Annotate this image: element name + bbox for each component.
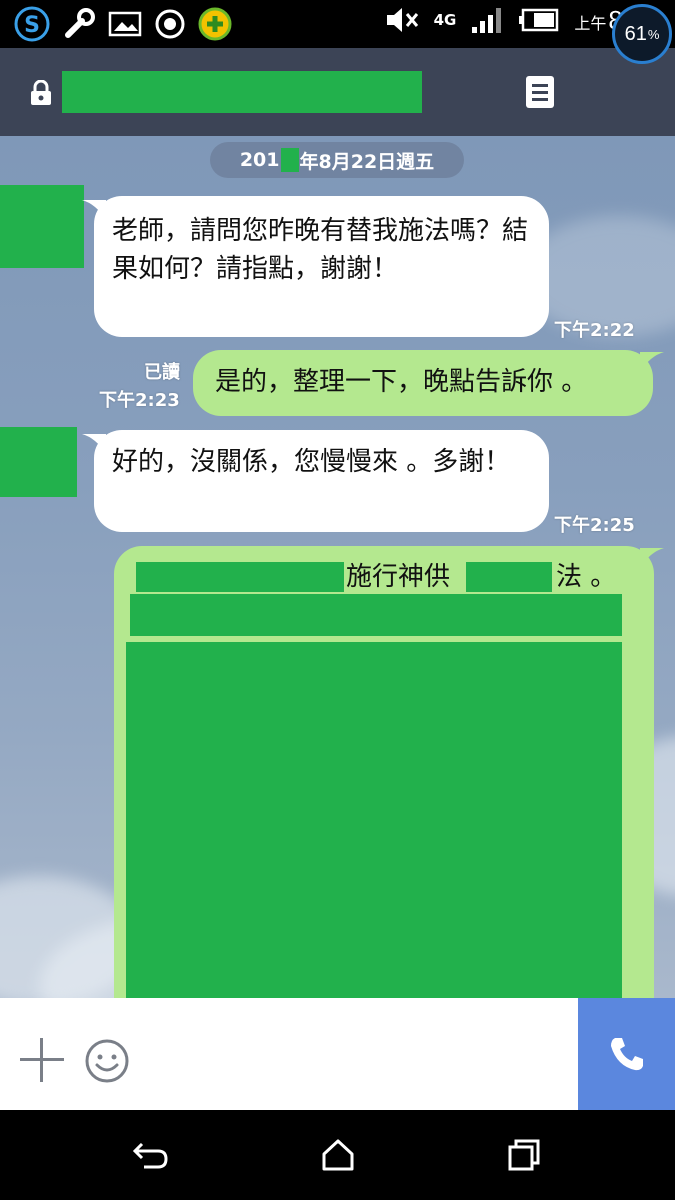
notification-icons: S	[14, 6, 232, 42]
plus-badge-icon	[198, 7, 232, 41]
date-redacted	[280, 148, 299, 172]
bubble-tail	[640, 548, 664, 568]
sender-avatar-redacted[interactable]	[0, 427, 77, 497]
message-bubble-incoming[interactable]: 好的，沒關係，您慢慢來 。多謝！	[94, 430, 549, 532]
message-text: 法 。	[556, 562, 617, 592]
redacted-block	[466, 562, 552, 592]
message-text: 老師，請問您昨晚有替我施法嗎？結果如何？請指點，謝謝！	[112, 216, 529, 284]
battery-widget-value: 61	[624, 22, 647, 45]
phone-icon	[610, 1038, 643, 1071]
s-app-icon: S	[14, 6, 50, 42]
record-icon	[155, 9, 185, 39]
input-bar	[0, 998, 675, 1110]
message-bubble-incoming[interactable]: 老師，請問您昨晚有替我施法嗎？結果如何？請指點，謝謝！	[94, 196, 549, 337]
network-type: 4G	[433, 11, 457, 29]
navigation-bar	[0, 1110, 675, 1200]
battery-icon	[519, 8, 559, 32]
back-icon[interactable]	[132, 1138, 170, 1172]
message-time: 下午2:25	[554, 515, 635, 536]
message-text: 是的，整理一下，晚點告訴你 。	[215, 367, 588, 397]
call-button[interactable]	[578, 998, 675, 1110]
sender-avatar-redacted[interactable]	[0, 185, 84, 268]
mute-icon	[386, 8, 418, 32]
home-icon[interactable]	[320, 1138, 356, 1172]
bubble-tail	[640, 352, 664, 372]
message-bubble-outgoing[interactable]: 施行神供 法 。	[114, 546, 654, 998]
chat-area[interactable]: 201 年8月22日週五 老師，請問您昨晚有替我施法嗎？結果如何？請指點，謝謝！ …	[0, 136, 675, 998]
message-bubble-outgoing[interactable]: 是的，整理一下，晚點告訴你 。	[193, 350, 653, 416]
battery-widget: 61%	[612, 4, 672, 64]
message-time: 下午2:22	[554, 320, 635, 341]
recents-icon[interactable]	[506, 1138, 542, 1172]
message-text: 施行神供	[346, 562, 451, 592]
redacted-block	[130, 594, 622, 636]
gallery-icon	[108, 11, 142, 37]
status-bar: S 4G 上午	[0, 0, 675, 48]
plus-icon[interactable]	[20, 1038, 64, 1082]
date-prefix: 201	[239, 149, 280, 171]
redacted-block	[136, 562, 344, 592]
redacted-block	[126, 642, 622, 998]
emoji-icon[interactable]	[84, 1038, 130, 1084]
battery-widget-percent-sign: %	[647, 26, 660, 42]
chat-title-redacted	[62, 71, 422, 113]
chat-header	[0, 48, 675, 136]
date-suffix: 年8月22日週五	[299, 150, 435, 173]
signal-icon	[472, 8, 502, 33]
read-receipt: 已讀	[144, 362, 180, 383]
lock-icon	[31, 80, 51, 105]
message-time: 下午2:23	[99, 390, 180, 411]
date-separator: 201 年8月22日週五	[210, 142, 464, 178]
message-text: 好的，沒關係，您慢慢來 。多謝！	[112, 447, 511, 477]
menu-icon[interactable]	[526, 76, 554, 108]
svg-text:S: S	[24, 13, 40, 38]
wrench-icon	[65, 8, 95, 38]
clock-ampm: 上午	[574, 15, 607, 33]
